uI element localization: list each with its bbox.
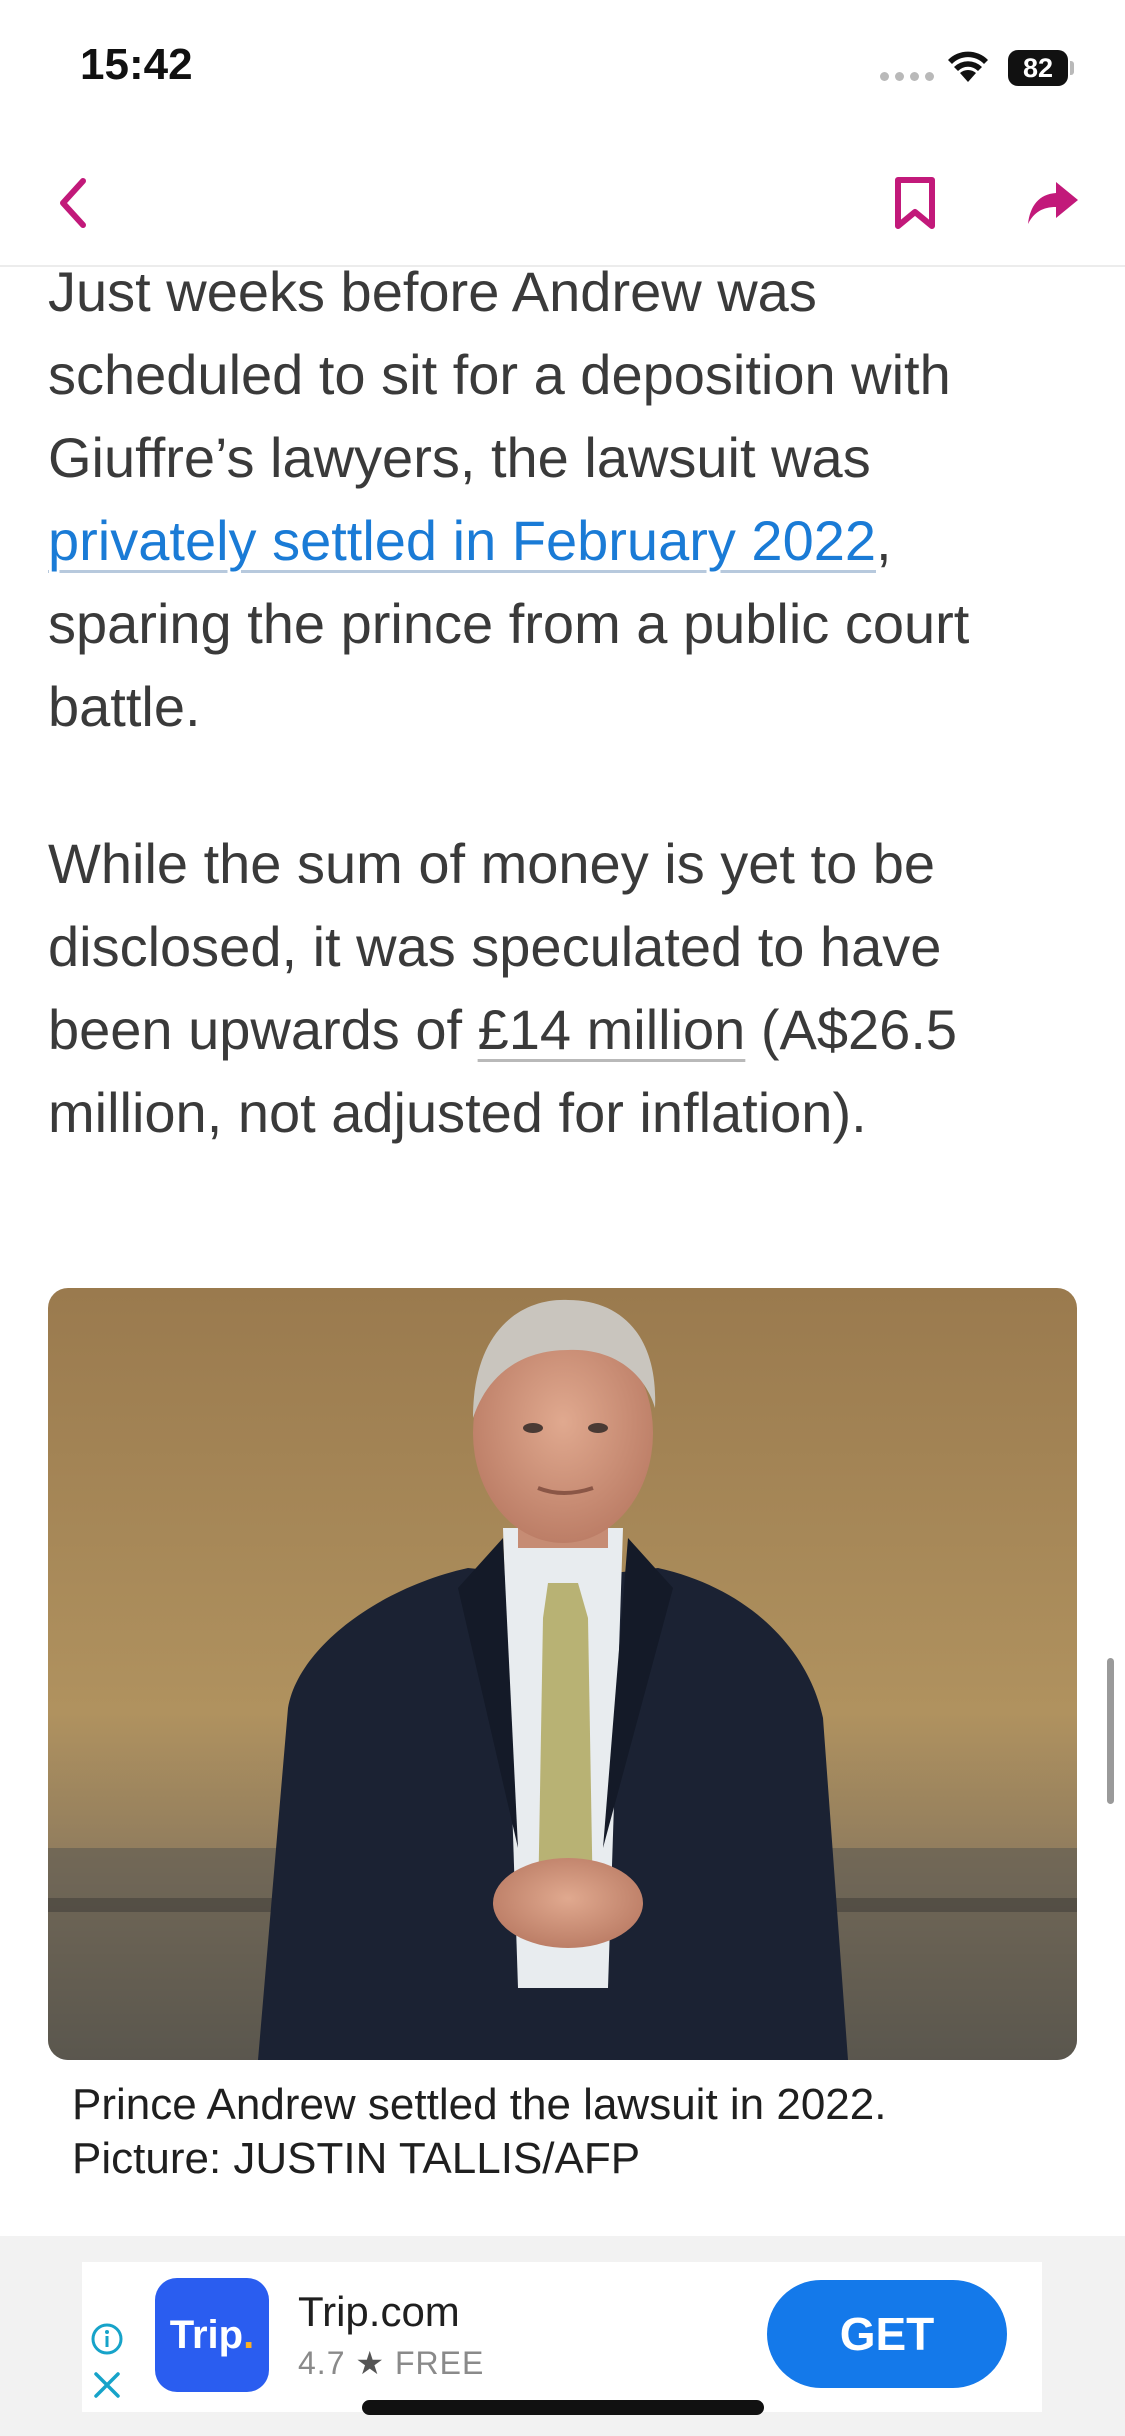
amount-link[interactable]: £14 million [478, 998, 746, 1061]
caption-text: Prince Andrew settled the lawsuit in 202… [72, 2080, 887, 2129]
trip-app-icon[interactable]: Trip. [155, 2278, 269, 2392]
app-meta: 4.7 ★ FREE [298, 2344, 484, 2382]
app-name: Trip.com [298, 2288, 460, 2335]
back-icon [60, 178, 86, 228]
share-button[interactable] [1018, 168, 1088, 238]
photo-credit: Picture: JUSTIN TALLIS/AFP [72, 2134, 641, 2183]
info-icon[interactable] [90, 2322, 124, 2356]
cellular-signal-icon [880, 72, 934, 81]
article-paragraph: Just weeks before Andrew was scheduled t… [48, 250, 1078, 748]
wifi-icon [948, 51, 988, 82]
close-icon[interactable] [92, 2370, 122, 2400]
paragraph-text: Just weeks before Andrew was scheduled t… [48, 260, 951, 489]
get-button[interactable]: GET [767, 2280, 1007, 2388]
app-price: FREE [394, 2345, 485, 2381]
app-icon-dot: . [243, 2312, 255, 2357]
status-time: 15:42 [80, 40, 193, 89]
scrollbar[interactable] [1107, 1658, 1114, 1804]
bookmark-button[interactable] [880, 168, 950, 238]
app-icon-text: Trip [169, 2312, 244, 2357]
home-indicator[interactable] [362, 2400, 764, 2415]
status-bar: 15:42 82 [0, 0, 1125, 140]
article-toolbar [0, 140, 1125, 267]
battery-icon: 82 [1008, 50, 1074, 86]
bookmark-icon [895, 177, 935, 229]
share-icon [1028, 182, 1078, 224]
article-photo [48, 1288, 1077, 2060]
star-icon: ★ [355, 2345, 386, 2381]
back-button[interactable] [38, 168, 108, 238]
battery-level: 82 [1022, 53, 1054, 83]
photo-caption: Prince Andrew settled the lawsuit in 202… [72, 2078, 1072, 2186]
settlement-link[interactable]: privately settled in February 2022 [48, 509, 876, 572]
prince-andrew-photo [48, 1288, 1077, 2060]
article-paragraph: While the sum of money is yet to be disc… [48, 822, 1078, 1154]
app-rating: 4.7 [298, 2345, 346, 2381]
